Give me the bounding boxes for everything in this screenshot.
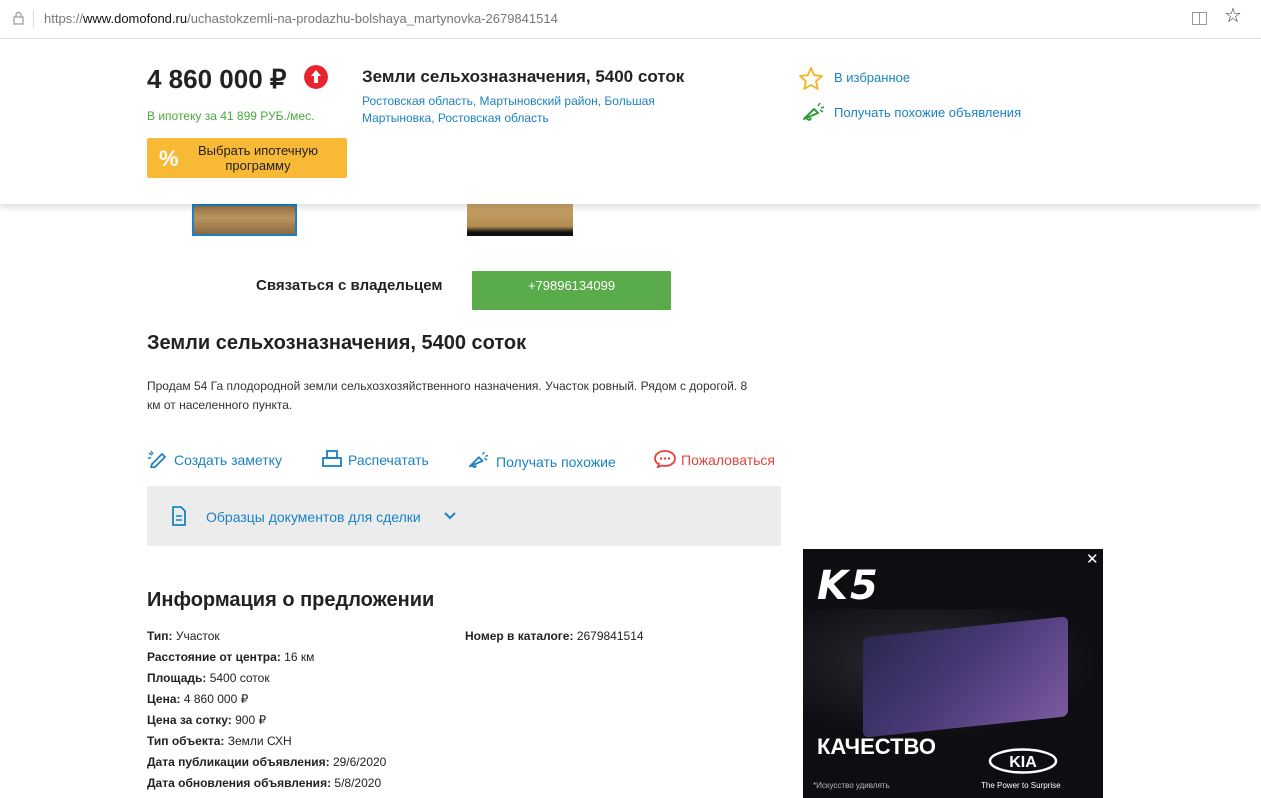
address-divider — [33, 10, 34, 28]
get-similar-link[interactable]: Получать похожие — [465, 450, 616, 470]
header-address-link[interactable]: Ростовская область, Мартыновский район, … — [362, 93, 702, 127]
info-row: Цена за сотку: 900 ₽ — [147, 710, 467, 731]
info-list: Тип: Участок Расстояние от центра: 16 км П… — [147, 626, 467, 794]
info-row-key: Площадь: — [147, 671, 207, 685]
listing-description: Продам 54 Га плодородной земли сельхозхо… — [147, 379, 748, 412]
catalog-number: Номер в каталоге: 2679841514 — [465, 626, 644, 647]
url-path: /uchastokzemli-na-prodazhu-bolshaya_mart… — [187, 11, 558, 26]
documents-label[interactable]: Образцы документов для сделки — [206, 509, 421, 525]
listing-title: Земли сельхозназначения, 5400 соток — [147, 332, 527, 354]
report-link[interactable]: Пожаловаться — [654, 450, 776, 469]
catalog-value: 2679841514 — [576, 629, 644, 643]
lock-icon — [13, 11, 24, 25]
address-bar: https://www.domofond.ru/uchastokzemli-na… — [0, 0, 1261, 39]
info-row-key: Цена: — [147, 692, 181, 706]
get-similar-label: Получать похожие — [496, 454, 616, 470]
choose-mortgage-label: Выбрать ипотечную программу — [197, 143, 319, 173]
info-row-value: 5/8/2020 — [334, 776, 382, 790]
printer-icon — [322, 450, 342, 467]
report-label: Пожаловаться — [681, 452, 776, 468]
percent-icon: % — [159, 146, 179, 171]
info-row-key: Дата публикации объявления: — [147, 755, 330, 769]
ad-headline: КАЧЕСТВО — [817, 734, 937, 759]
info-row: Дата публикации объявления: 29/6/2020 — [147, 752, 467, 773]
ad-fine-print: *Искусство удивлять — [813, 781, 890, 790]
info-row-key: Тип: — [147, 629, 173, 643]
raise-listing-icon[interactable] — [304, 65, 328, 89]
mortgage-note: В ипотеку за 41 899 РУБ./мес. — [147, 109, 315, 123]
subscribe-similar-link[interactable]: Получать похожие объявления — [834, 105, 1021, 120]
bell-icon — [468, 451, 489, 468]
info-row-value: 16 км — [284, 650, 315, 664]
create-note-label: Создать заметку — [174, 452, 282, 468]
info-row-key: Цена за сотку: — [147, 713, 232, 727]
bookmark-star-icon[interactable]: ☆ — [1224, 6, 1242, 26]
speech-bubble-icon — [654, 450, 676, 469]
favorite-star-icon[interactable] — [798, 66, 824, 92]
info-row: Цена: 4 860 000 ₽ — [147, 689, 467, 710]
document-icon — [172, 506, 186, 526]
ad-close-icon[interactable]: ✕ — [1086, 552, 1099, 567]
print-link[interactable]: Распечатать — [321, 450, 429, 468]
photo-thumbnail-2[interactable] — [467, 204, 573, 236]
bell-icon[interactable] — [800, 101, 826, 123]
sticky-listing-header: 4 860 000 ₽ В ипотеку за 41 899 РУБ./мес… — [0, 39, 1261, 204]
info-title: Информация о предложении — [147, 589, 435, 611]
phone-button[interactable]: +79896134099 — [472, 271, 671, 310]
info-row: Расстояние от центра: 16 км — [147, 647, 467, 668]
ad-tagline: The Power to Surprise — [981, 781, 1061, 790]
catalog-key: Номер в каталоге: — [465, 629, 574, 643]
info-row-value: 900 ₽ — [235, 713, 267, 727]
kia-logo-icon: KIA — [988, 748, 1058, 774]
choose-mortgage-button[interactable]: % Выбрать ипотечную программу — [147, 138, 347, 178]
url-field[interactable]: https://www.domofond.ru/uchastokzemli-na… — [44, 11, 558, 26]
info-row-value: 5400 соток — [209, 671, 270, 685]
info-row-key: Расстояние от центра: — [147, 650, 281, 664]
create-note-link[interactable]: Создать заметку — [147, 450, 282, 469]
reader-view-icon[interactable] — [1192, 12, 1207, 25]
pencil-icon — [148, 450, 166, 469]
kia-logo-text: KIA — [1009, 754, 1037, 771]
add-to-favorites-link[interactable]: В избранное — [834, 70, 910, 85]
info-row: Тип объекта: Земли СХН — [147, 731, 467, 752]
photo-thumbnail-1[interactable] — [192, 204, 297, 236]
info-row-value: 4 860 000 ₽ — [183, 692, 249, 706]
kia-ad-banner[interactable]: ✕ K5 КАЧЕСТВО *Искусство удивлять KIA Th… — [803, 549, 1103, 798]
info-row-value: Земли СХН — [227, 734, 292, 748]
ad-model-name: K5 — [817, 563, 880, 609]
documents-panel[interactable]: Образцы документов для сделки — [147, 486, 781, 546]
header-price: 4 860 000 ₽ — [147, 64, 287, 94]
url-prefix: https:// — [44, 11, 84, 26]
contact-owner-label: Связаться с владельцем — [256, 277, 443, 294]
info-row: Тип: Участок — [147, 626, 467, 647]
info-row-value: Участок — [175, 629, 220, 643]
chevron-down-icon[interactable] — [444, 512, 456, 520]
info-row: Площадь: 5400 соток — [147, 668, 467, 689]
info-row: Дата обновления объявления: 5/8/2020 — [147, 773, 467, 794]
info-row-key: Дата обновления объявления: — [147, 776, 332, 790]
header-title: Земли сельхозназначения, 5400 соток — [362, 67, 685, 86]
info-row-value: 29/6/2020 — [332, 755, 387, 769]
info-row-key: Тип объекта: — [147, 734, 225, 748]
url-host: www.domofond.ru — [83, 11, 188, 26]
print-label: Распечатать — [348, 452, 429, 468]
